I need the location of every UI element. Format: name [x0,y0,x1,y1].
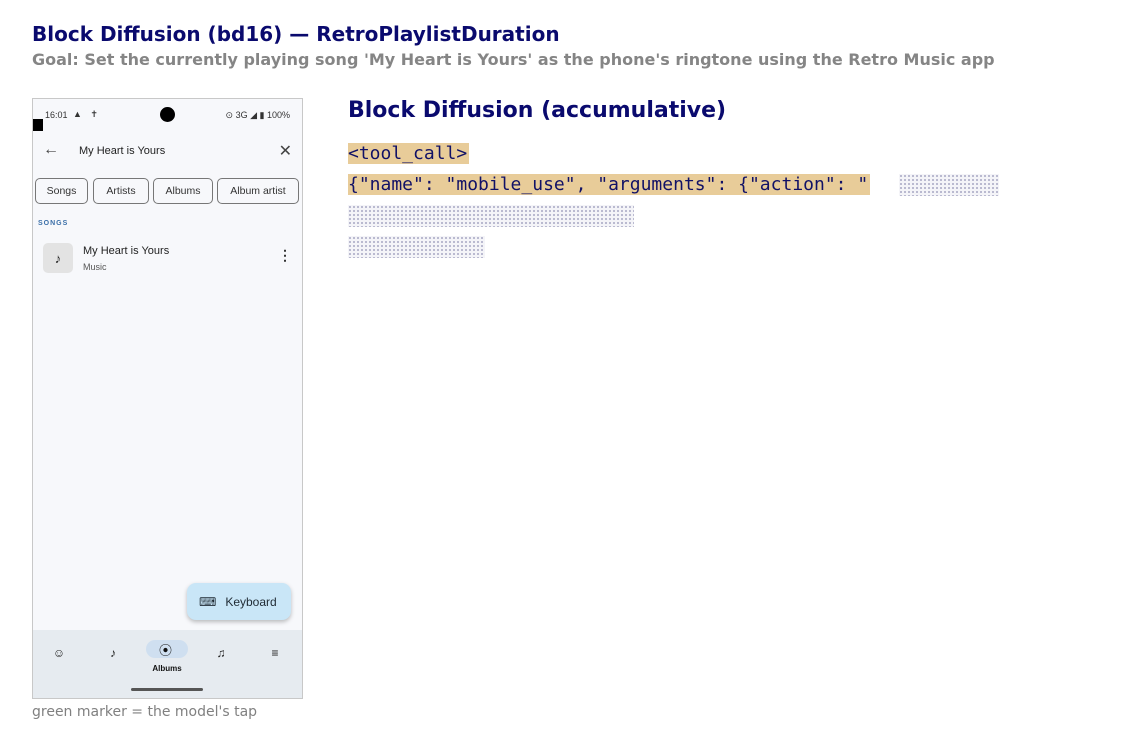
keyboard-icon: ⌨ [199,594,217,609]
nav-for-you-icon[interactable]: ☺ [44,646,74,660]
code-line-2: {"name": "mobile_use", "arguments": {"ac… [348,171,871,199]
search-input[interactable]: My Heart is Yours [79,145,165,157]
caption: green marker = the model's tap [32,704,258,720]
song-title: My Heart is Yours [83,245,170,257]
nav-albums-icon[interactable]: ⦿ [159,640,172,659]
section-label-songs: SONGS [38,220,69,227]
chip-albums[interactable]: Albums [153,178,213,204]
overlay-marker [33,119,43,131]
nav-songs-icon[interactable]: ♪ [98,646,128,660]
search-bar: ← My Heart is Yours ✕ [33,135,302,169]
masked-block-1 [899,174,999,196]
keyboard-button[interactable]: ⌨ Keyboard [187,583,291,620]
music-note-icon: ♪ [43,243,73,273]
chip-album-artist[interactable]: Album artist [217,178,299,204]
more-options-icon[interactable]: ⋮ [278,247,292,264]
phone-screenshot: 16:01 ▲ ✝ ⊙ 3G ◢ ▮ 100% ← My Heart is Yo… [32,98,303,699]
goal-text: Goal: Set the currently playing song 'My… [32,50,995,69]
status-bar: 16:01 ▲ ✝ ⊙ 3G ◢ ▮ 100% [33,99,302,131]
song-subtitle: Music [83,262,107,272]
nav-playlists-icon[interactable]: ≡ [260,646,290,660]
masked-block-3 [348,236,485,258]
page-title: Block Diffusion (bd16) — RetroPlaylistDu… [32,22,560,46]
status-time: 16:01 [45,110,68,120]
home-indicator[interactable] [131,688,203,691]
decoded-text-line-1: <tool_call> [348,143,470,164]
keyboard-button-label: Keyboard [225,594,277,609]
status-notification-icons: ▲ ✝ [73,109,101,119]
chip-artists[interactable]: Artists [93,178,149,204]
chip-songs[interactable]: Songs [35,178,88,204]
panel-heading: Block Diffusion (accumulative) [348,98,727,123]
close-icon[interactable]: ✕ [279,141,292,161]
back-arrow-icon[interactable]: ← [43,141,59,159]
nav-albums-label: Albums [152,664,182,673]
status-system-icons: ⊙ 3G ◢ ▮ 100% [225,110,290,120]
decoded-text-line-2: {"name": "mobile_use", "arguments": {"ac… [348,174,871,195]
list-item-song[interactable]: ♪ My Heart is Yours Music ⋮ [33,239,302,279]
nav-artists-icon[interactable]: ♫ [206,646,236,660]
camera-cutout [160,107,175,122]
bottom-nav: ☺ ♪ ⦿ Albums ♫ ≡ [33,630,302,698]
code-line-1: <tool_call> [348,140,470,168]
masked-block-2 [348,205,634,227]
